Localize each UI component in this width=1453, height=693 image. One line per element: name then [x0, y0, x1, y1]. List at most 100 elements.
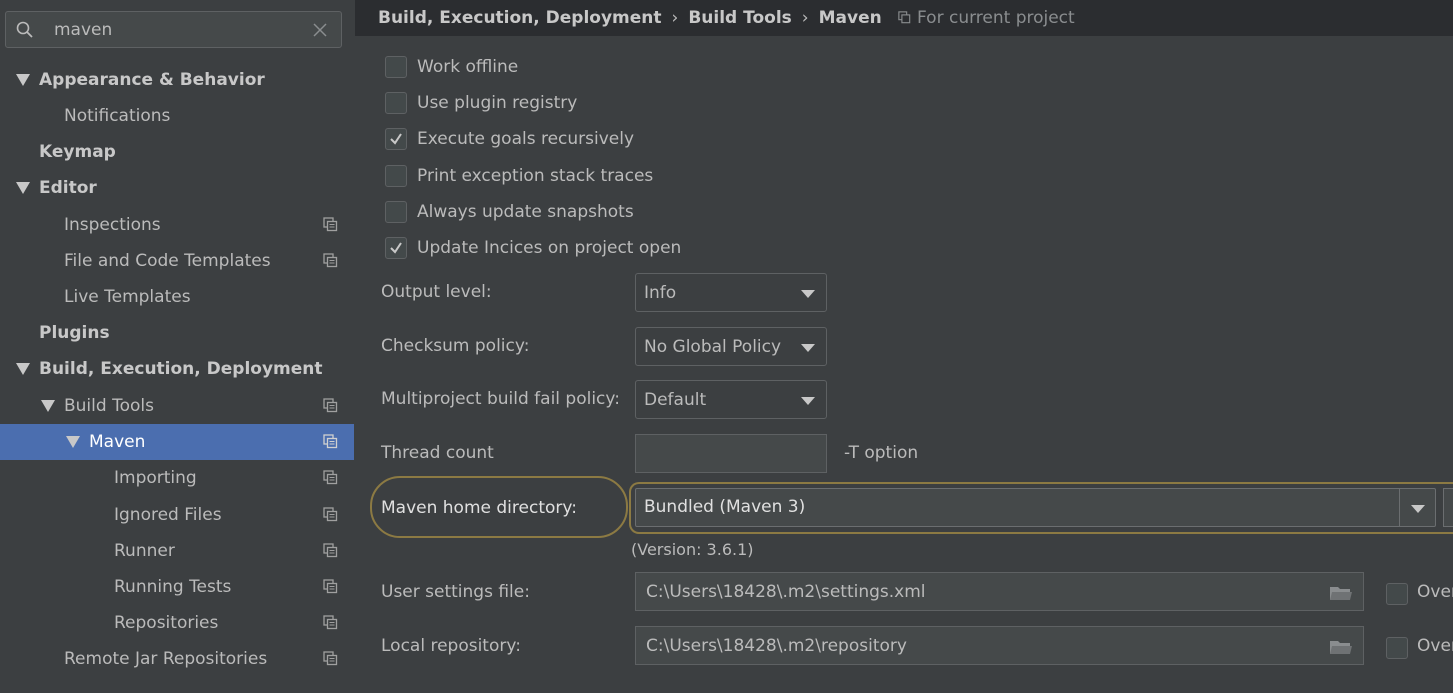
project-scope-icon: [323, 434, 338, 449]
project-scope-icon: [323, 615, 338, 630]
clear-icon[interactable]: [313, 23, 327, 37]
checkbox[interactable]: [385, 92, 407, 114]
checkbox-label: Update Incices on project open: [417, 238, 682, 258]
project-scope-icon: [323, 579, 338, 594]
checksum-policy-select[interactable]: No Global Policy: [635, 327, 827, 366]
sidebar-item-label: Ignored Files: [114, 505, 222, 525]
local-repo-label: Local repository:: [381, 636, 521, 656]
select-value: Bundled (Maven 3): [644, 497, 806, 517]
sidebar-item-build[interactable]: Build, Execution, Deployment: [0, 351, 354, 387]
project-scope-icon: [323, 651, 338, 666]
checkbox-label: Print exception stack traces: [417, 166, 654, 186]
checksum-policy-label: Checksum policy:: [381, 336, 530, 356]
maven-version: (Version: 3.6.1): [631, 540, 754, 559]
sidebar-item-label: Remote Jar Repositories: [64, 649, 268, 669]
project-scope-icon: [323, 470, 338, 485]
expand-arrow-icon[interactable]: [16, 182, 30, 194]
sidebar-item-label: Running Tests: [114, 577, 232, 597]
local-repo-input[interactable]: C:\Users\18428\.m2\repository: [635, 626, 1364, 665]
project-scope-icon: [898, 11, 911, 24]
expand-arrow-icon[interactable]: [41, 400, 55, 412]
settings-content: Build, Execution, Deployment › Build Tools…: [355, 0, 1453, 693]
checkmark-icon: [390, 242, 402, 254]
sidebar-item-label: Importing: [114, 468, 197, 488]
project-scope-icon: [323, 398, 338, 413]
form-panel: Work offline Use plugin registry Execute…: [355, 36, 1453, 693]
checkbox-label: Execute goals recursively: [417, 129, 635, 149]
sidebar-item-label: Appearance & Behavior: [39, 70, 265, 90]
input-value[interactable]: C:\Users\18428\.m2\settings.xml: [646, 582, 926, 602]
browse-button[interactable]: [1443, 488, 1453, 527]
sidebar-item-importing[interactable]: Importing: [0, 460, 354, 496]
select-value: Info: [644, 283, 677, 303]
sidebar-item-ignored-files[interactable]: Ignored Files: [0, 497, 354, 533]
breadcrumb-item[interactable]: Build Tools: [688, 8, 791, 28]
folder-icon[interactable]: [1329, 584, 1353, 602]
sidebar-item-inspections[interactable]: Inspections: [0, 207, 354, 243]
expand-arrow-icon[interactable]: [66, 436, 80, 448]
sidebar-item-label: Notifications: [64, 106, 171, 126]
sidebar-item-file-templates[interactable]: File and Code Templates: [0, 243, 354, 279]
output-level-select[interactable]: Info: [635, 273, 827, 312]
output-level-label: Output level:: [381, 282, 492, 302]
sidebar-item-keymap[interactable]: Keymap: [0, 134, 354, 170]
expand-arrow-icon[interactable]: [16, 363, 30, 375]
chevron-down-icon: [801, 290, 815, 298]
maven-home-label: Maven home directory:: [381, 498, 577, 518]
sidebar-item-build-tools[interactable]: Build Tools: [0, 388, 354, 424]
project-scope-icon: [323, 507, 338, 522]
sidebar-item-remote-jar[interactable]: Remote Jar Repositories: [0, 641, 354, 677]
project-scope-icon: [323, 217, 338, 232]
multiproject-policy-label: Multiproject build fail policy:: [381, 389, 620, 409]
checkbox-label: Work offline: [417, 57, 519, 77]
sidebar-item-plugins[interactable]: Plugins: [0, 315, 354, 351]
input-value[interactable]: C:\Users\18428\.m2\repository: [646, 636, 907, 656]
sidebar-item-notifications[interactable]: Notifications: [0, 98, 354, 134]
checkbox-checked[interactable]: [385, 237, 407, 259]
sidebar-item-appearance[interactable]: Appearance & Behavior: [0, 62, 354, 98]
search-input[interactable]: maven: [54, 20, 112, 40]
chevron-down-icon: [1411, 505, 1425, 513]
checkbox-checked[interactable]: [385, 128, 407, 150]
sidebar-item-live-templates[interactable]: Live Templates: [0, 279, 354, 315]
sidebar-item-editor[interactable]: Editor: [0, 170, 354, 206]
settings-sidebar: maven Appearance & Behavior Notification…: [0, 0, 354, 693]
override-settings-label: Over: [1417, 582, 1453, 602]
project-scope-icon: [323, 253, 338, 268]
breadcrumb-item[interactable]: Build, Execution, Deployment: [378, 8, 662, 28]
maven-home-select[interactable]: Bundled (Maven 3): [635, 488, 1436, 527]
sidebar-item-running-tests[interactable]: Running Tests: [0, 569, 354, 605]
sidebar-item-runner[interactable]: Runner: [0, 533, 354, 569]
search-field[interactable]: maven: [5, 11, 342, 48]
dropdown-button[interactable]: [1399, 489, 1435, 526]
multiproject-policy-select[interactable]: Default: [635, 380, 827, 419]
scope-label: For current project: [917, 8, 1075, 28]
checkbox[interactable]: [385, 165, 407, 187]
select-value: No Global Policy: [644, 337, 782, 357]
search-icon: [16, 21, 33, 38]
chevron-down-icon: [801, 397, 815, 405]
sidebar-item-repositories[interactable]: Repositories: [0, 605, 354, 641]
checkbox[interactable]: [385, 201, 407, 223]
breadcrumb-separator: ›: [801, 8, 809, 28]
user-settings-input[interactable]: C:\Users\18428\.m2\settings.xml: [635, 572, 1364, 611]
select-value: Default: [644, 390, 707, 410]
checkbox[interactable]: [385, 56, 407, 78]
sidebar-item-label: File and Code Templates: [64, 251, 271, 271]
override-settings-checkbox[interactable]: [1386, 583, 1408, 605]
breadcrumb: Build, Execution, Deployment › Build Tools…: [378, 8, 882, 28]
sidebar-item-label: Inspections: [64, 215, 161, 235]
sidebar-item-maven[interactable]: Maven: [0, 424, 354, 460]
project-scope-icon: [323, 543, 338, 558]
checkbox-label: Always update snapshots: [417, 202, 634, 222]
folder-icon[interactable]: [1329, 638, 1353, 656]
thread-count-label: Thread count: [381, 443, 494, 463]
override-repo-checkbox[interactable]: [1386, 637, 1408, 659]
expand-arrow-icon[interactable]: [16, 74, 30, 86]
breadcrumb-separator: ›: [671, 8, 679, 28]
sidebar-item-label: Keymap: [39, 142, 116, 162]
checkmark-icon: [390, 133, 402, 145]
breadcrumb-item: Maven: [818, 8, 882, 28]
thread-count-input[interactable]: [635, 434, 827, 473]
user-settings-label: User settings file:: [381, 582, 530, 602]
